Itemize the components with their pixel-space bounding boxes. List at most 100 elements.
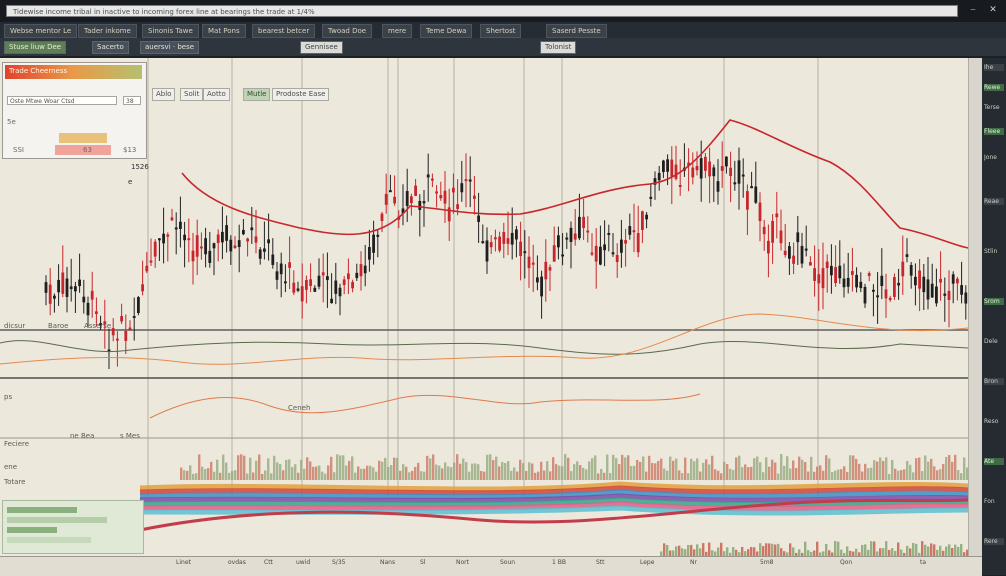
tab-item[interactable]: Twoad Doe: [322, 24, 373, 38]
candle-body: [548, 267, 552, 271]
info-value-field[interactable]: 38: [123, 96, 141, 105]
volume-bar: [795, 467, 798, 480]
time-axis[interactable]: Linet ovdas Ctt uwid S/35 Nans Sl Nort S…: [0, 556, 982, 576]
sidebar-item[interactable]: Terse: [984, 104, 1004, 111]
candle-body: [195, 235, 199, 257]
indicator-chip[interactable]: Aotto: [203, 88, 230, 101]
volume-bar: [951, 461, 954, 480]
candle-body: [716, 181, 720, 192]
candle-body: [691, 167, 695, 178]
volume-bar: [309, 461, 312, 480]
volume-bar: [492, 460, 495, 480]
candle-body: [935, 286, 938, 304]
sidebar-item[interactable]: Fon: [984, 498, 1004, 505]
sidebar-item[interactable]: Rere: [984, 538, 1004, 545]
sidebar-item[interactable]: Fleee: [984, 128, 1004, 135]
chart-marker: ene: [4, 463, 18, 471]
toolbar-button[interactable]: auersvi · bese: [140, 41, 200, 54]
volume-bar: [321, 471, 324, 480]
volume-bar: [954, 544, 957, 556]
volume-bar: [807, 471, 810, 480]
volume-bar: [846, 471, 849, 480]
volume-bar: [264, 470, 267, 480]
tab-item[interactable]: Mat Pons: [202, 24, 246, 38]
volume-bar: [771, 543, 774, 556]
tab-item[interactable]: bearest betcer: [252, 24, 316, 38]
volume-bar: [963, 457, 966, 480]
indicator-chip[interactable]: Prodoste Ease: [272, 88, 330, 101]
volume-bar: [906, 461, 909, 480]
sidebar-item[interactable]: Rewe: [984, 84, 1004, 91]
volume-bar: [699, 471, 702, 480]
sidebar-item[interactable]: Ihe: [984, 64, 1004, 71]
sidebar-item[interactable]: Stlin: [984, 248, 1004, 255]
volume-bar: [372, 467, 375, 480]
tab-item[interactable]: Shertost: [480, 24, 522, 38]
toolbar-button[interactable]: Tolonist: [540, 41, 577, 54]
tab-item[interactable]: Teme Dewa: [420, 24, 473, 38]
candle-body: [233, 245, 237, 249]
sidebar-item[interactable]: Srom: [984, 298, 1004, 305]
candle-body: [943, 293, 947, 296]
volume-bar: [384, 457, 387, 480]
time-tick: Stt: [596, 559, 605, 566]
price-scale[interactable]: [968, 58, 983, 575]
toolbar-button[interactable]: Sacerto: [92, 41, 129, 54]
info-field[interactable]: Oste Mtwe Woar Ctsd: [7, 96, 117, 105]
tab-item[interactable]: Tader inkome: [78, 24, 137, 38]
indicator-chip[interactable]: Ablo: [152, 88, 176, 101]
tab-item[interactable]: Saserd Pesste: [546, 24, 607, 38]
time-tick: 1 BB: [552, 559, 566, 566]
volume-bar: [957, 470, 960, 480]
tab-item[interactable]: Sinonis Tawe: [142, 24, 199, 38]
candle-body: [552, 245, 556, 262]
volume-bar: [915, 458, 918, 480]
volume-bar: [354, 472, 357, 480]
volume-bar: [849, 455, 852, 480]
volume-bar: [210, 461, 213, 480]
volume-bar: [777, 473, 780, 480]
sidebar-item[interactable]: Dele: [984, 338, 1004, 345]
sidebar-item[interactable]: Reae: [984, 198, 1004, 205]
volume-bar: [648, 455, 651, 480]
volume-bar: [465, 462, 468, 480]
time-tick: Ctt: [264, 559, 273, 566]
sidebar-item[interactable]: Jone: [984, 154, 1004, 161]
sidebar-item[interactable]: Ate: [984, 458, 1004, 465]
candle-body: [468, 179, 472, 182]
sidebar-item[interactable]: Bron: [984, 378, 1004, 385]
toolbar-button[interactable]: Gennisee: [300, 41, 343, 54]
candle-body: [615, 254, 619, 263]
volume-bar: [516, 471, 519, 480]
volume-bar: [861, 544, 864, 556]
volume-bar: [195, 473, 198, 480]
volume-bar: [783, 465, 786, 480]
volume-bar: [534, 472, 537, 480]
indicator-chip[interactable]: Mutle: [243, 88, 271, 101]
volume-bar: [603, 472, 606, 480]
indicator-chip[interactable]: Solit: [180, 88, 204, 101]
volume-bar: [318, 465, 321, 480]
volume-bar: [771, 459, 774, 480]
candle-body: [321, 272, 325, 276]
candle-body: [762, 226, 766, 235]
chart-area[interactable]: [0, 58, 982, 575]
minimize-icon[interactable]: ⎯: [966, 4, 980, 17]
candle-body: [872, 289, 875, 292]
sidebar-item[interactable]: Reso: [984, 418, 1004, 425]
address-bar[interactable]: Tidewise income tribal in inactive to in…: [6, 5, 958, 17]
volume-bar: [399, 470, 402, 480]
volume-bar: [720, 473, 723, 480]
close-icon[interactable]: ✕: [986, 4, 1000, 17]
chart-marker: Asserse: [84, 322, 112, 330]
time-tick: Qon: [840, 559, 853, 566]
volume-bar: [912, 542, 915, 556]
chart-marker: s Mes: [120, 432, 140, 440]
candle-body: [909, 264, 913, 276]
tab-item[interactable]: Webse mentor Le: [4, 24, 78, 38]
tab-item[interactable]: mere: [382, 24, 413, 38]
volume-bar: [834, 470, 837, 480]
volume-bar: [876, 461, 879, 480]
volume-bar: [717, 470, 720, 480]
toolbar-button[interactable]: Stuse liuw Dee: [4, 41, 67, 54]
